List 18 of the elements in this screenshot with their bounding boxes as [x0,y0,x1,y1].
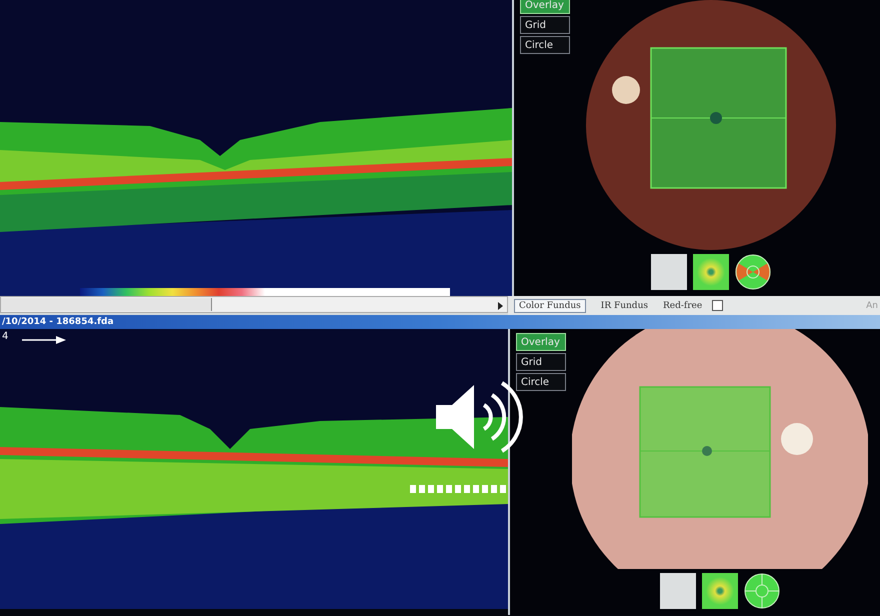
filter-checkbox[interactable] [712,300,724,311]
scan-thumbnail-icon[interactable] [651,254,687,290]
overlay-mode-button[interactable]: Grid [520,16,570,34]
fundus-tab[interactable]: IR Fundus [596,298,653,312]
scan-label: 4 [2,331,8,342]
target-grid-icon[interactable] [744,573,780,609]
file-title: /10/2014 - 186854.fda [2,317,114,327]
sector-grid-icon[interactable] [735,254,771,290]
scroll-right-icon[interactable] [498,302,503,310]
cut-label: An [866,300,879,310]
scan-thumbnail-icon[interactable] [660,573,696,609]
filter-option-label: Red-free [663,300,702,310]
fundus-tab[interactable]: Color Fundus [514,298,586,312]
overlay-mode-button[interactable]: Circle [520,36,570,54]
overlay-mode-button[interactable]: Circle [516,373,566,391]
horizontal-scrollbar[interactable] [0,296,508,313]
right-arrow-icon [22,335,66,345]
overlay-mode-button[interactable]: Grid [516,353,566,371]
